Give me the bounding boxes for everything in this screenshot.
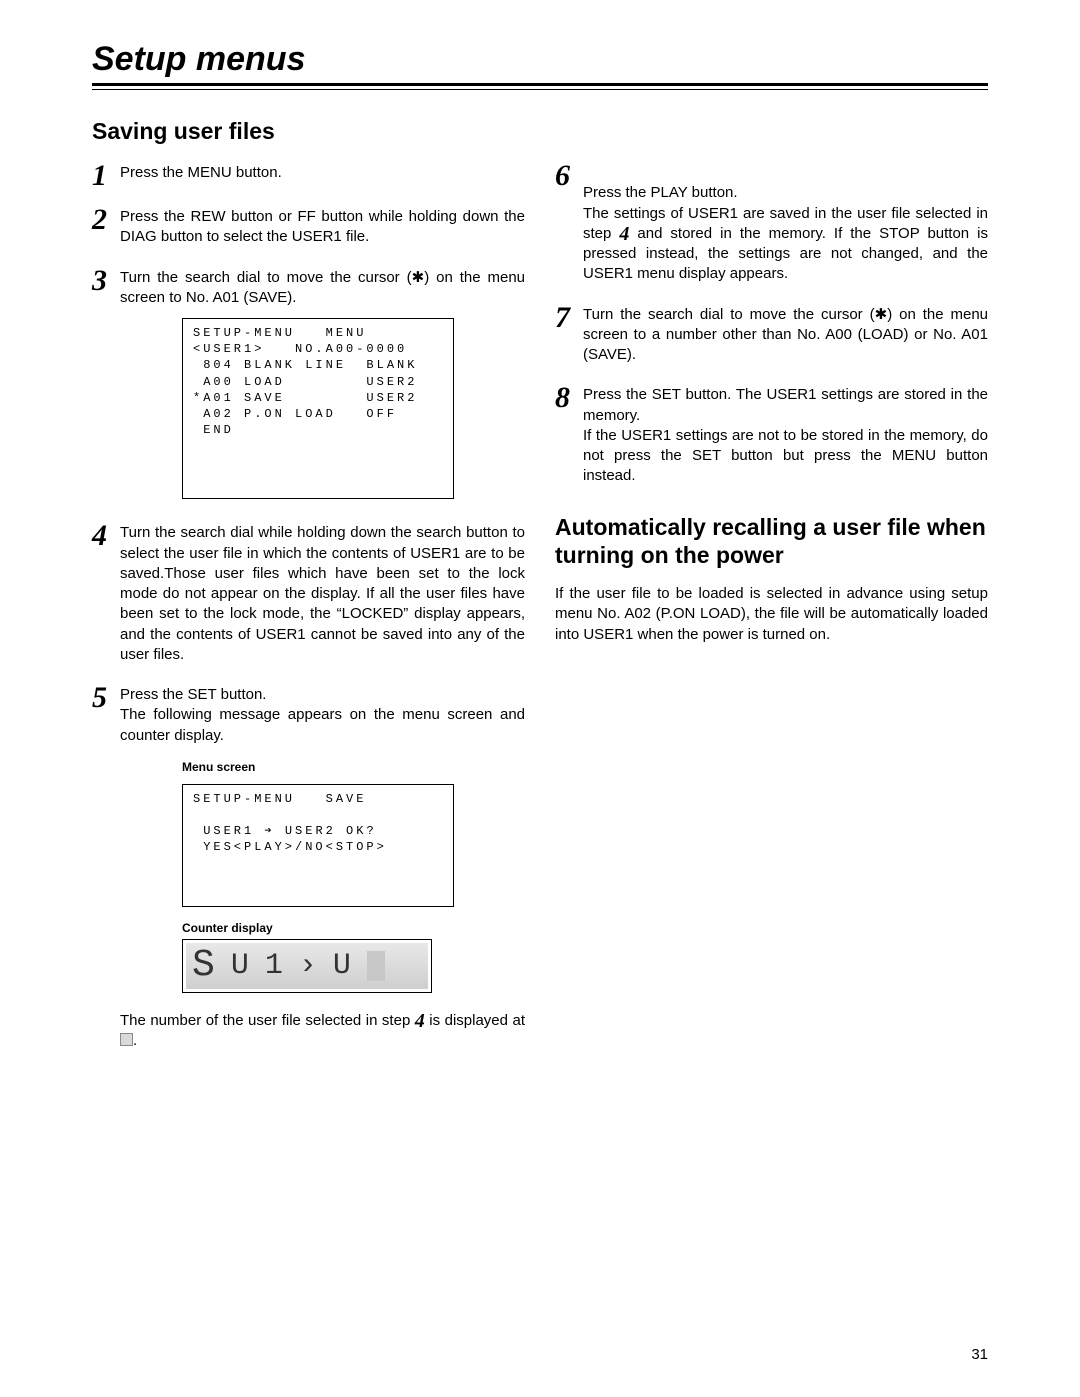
step-text: The number of the user file selected in …	[120, 1011, 525, 1052]
step-2: 2 Press the REW button or FF button whil…	[92, 207, 525, 248]
right-column: 6 Press the PLAY button. The settings of…	[555, 163, 988, 1071]
step-reference: 4	[619, 223, 629, 245]
step-number: 3	[92, 268, 120, 292]
text-part: and stored in the memory. If the STOP bu…	[583, 225, 988, 283]
step-3: 3 Turn the search dial to move the curso…	[92, 268, 525, 309]
text-part: Turn the search dial to move the cursor …	[583, 306, 875, 323]
body-paragraph: If the user file to be loaded is selecte…	[555, 584, 988, 645]
step-number: 7	[555, 305, 583, 329]
step-text: Press the MENU button.	[120, 163, 525, 183]
cursor-marker-icon: ✱	[875, 306, 888, 323]
step-reference: 4	[415, 1010, 425, 1032]
left-column: 1 Press the MENU button. 2 Press the REW…	[92, 163, 525, 1071]
step-text: Press the SET button. The USER1 settings…	[583, 385, 988, 486]
step-text-part: Turn the search dial to move the cursor …	[120, 269, 412, 286]
section-heading-auto-recall: Automatically recalling a user file when…	[555, 513, 988, 571]
text-part: is displayed at	[425, 1012, 525, 1029]
placeholder-box-icon	[120, 1033, 133, 1046]
step-5: 5 Press the SET button. The following me…	[92, 685, 525, 746]
step-text: Turn the search dial to move the cursor …	[120, 268, 525, 309]
spacer	[92, 1011, 120, 1013]
step-5-tail: The number of the user file selected in …	[92, 1011, 525, 1052]
seg-arrow-icon: ›	[299, 949, 323, 983]
seg-placeholder-icon	[367, 951, 385, 981]
seg-char: 1	[265, 949, 289, 983]
counter-display-caption: Counter display	[182, 921, 525, 935]
step-text: Press the SET button. The following mess…	[120, 685, 525, 746]
step-number: 1	[92, 163, 120, 187]
menu-screen-box-save: SETUP-MENU SAVE USER1 ➔ USER2 OK? YES<PL…	[182, 784, 454, 907]
text-part: .	[133, 1032, 137, 1049]
step-6: 6 Press the PLAY button. The settings of…	[555, 163, 988, 285]
step-number: 5	[92, 685, 120, 709]
step-number: 4	[92, 523, 120, 547]
cursor-marker-icon: ✱	[412, 269, 425, 286]
step-number: 6	[555, 163, 583, 187]
step-7: 7 Turn the search dial to move the curso…	[555, 305, 988, 366]
seg-char: U	[231, 949, 255, 983]
counter-display-frame: S U 1 › U	[182, 939, 432, 993]
title-rule	[92, 83, 988, 90]
step-number: 2	[92, 207, 120, 231]
step-1: 1 Press the MENU button.	[92, 163, 525, 187]
seg-char: U	[333, 949, 357, 983]
seg-char: S	[192, 944, 221, 987]
seven-segment-readout: S U 1 › U	[192, 944, 385, 987]
step-text: Turn the search dial while holding down …	[120, 523, 525, 665]
step-text: Press the REW button or FF button while …	[120, 207, 525, 248]
counter-display: S U 1 › U	[186, 943, 428, 989]
step-text: Press the PLAY button. The settings of U…	[583, 163, 988, 285]
manual-page: Setup menus Saving user files 1 Press th…	[0, 0, 1080, 1397]
page-number: 31	[971, 1346, 988, 1363]
step-text: Turn the search dial to move the cursor …	[583, 305, 988, 366]
step-8: 8 Press the SET button. The USER1 settin…	[555, 385, 988, 486]
text-part: The number of the user file selected in …	[120, 1012, 415, 1029]
two-column-layout: 1 Press the MENU button. 2 Press the REW…	[92, 163, 988, 1071]
page-title: Setup menus	[92, 40, 988, 79]
step-number: 8	[555, 385, 583, 409]
section-heading-saving: Saving user files	[92, 118, 988, 145]
step-4: 4 Turn the search dial while holding dow…	[92, 523, 525, 665]
menu-screen-box: SETUP-MENU MENU <USER1> NO.A00-0000 804 …	[182, 318, 454, 499]
menu-screen-caption: Menu screen	[182, 760, 525, 774]
